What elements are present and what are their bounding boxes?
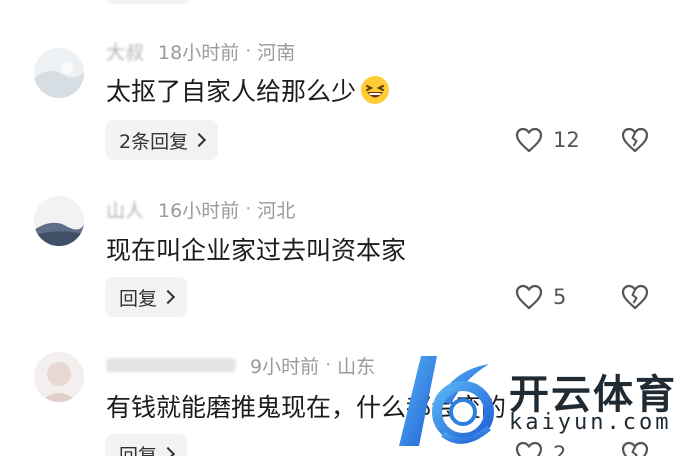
dislike-button[interactable] <box>620 282 650 312</box>
like-count: 12 <box>553 128 580 152</box>
heart-icon <box>515 127 543 153</box>
chevron-right-icon <box>192 132 207 148</box>
watermark-logo-icon <box>399 356 494 446</box>
comment-meta: 9小时前 · 山东 <box>106 353 376 378</box>
like-button[interactable]: 5 <box>515 280 566 314</box>
dislike-button[interactable] <box>620 125 650 155</box>
reply-label: 回复 <box>119 444 158 456</box>
reply-button[interactable]: 2条回复 <box>105 120 219 160</box>
reply-button[interactable]: 回复 <box>105 434 188 456</box>
location: 河南 <box>257 41 296 64</box>
watermark-subtitle: kaiyun.com <box>509 410 672 435</box>
location: 山东 <box>337 355 376 378</box>
reply-label: 回复 <box>119 287 158 310</box>
comment-meta: 山人 16小时前 · 河北 <box>106 196 296 223</box>
timestamp: 9小时前 <box>250 355 320 378</box>
location: 河北 <box>257 199 296 222</box>
comment-text: 太抠了自家人给那么少 <box>106 72 390 108</box>
separator: · <box>245 198 252 220</box>
watermark: 开云体育 kaiyun.com <box>393 350 680 456</box>
timestamp: 18小时前 <box>158 41 240 64</box>
comment-list: 大叔 18小时前 · 河南 太抠了自家人给那么少 2条回复 12 山人 16小时… <box>0 0 680 456</box>
separator: · <box>245 40 252 62</box>
avatar[interactable] <box>34 48 84 98</box>
previous-reply-button[interactable] <box>106 0 190 4</box>
laughing-emoji-icon <box>360 75 390 105</box>
chevron-right-icon <box>160 446 176 456</box>
avatar[interactable] <box>34 196 84 246</box>
timestamp: 16小时前 <box>158 199 240 222</box>
reply-label: 2条回复 <box>119 130 189 153</box>
chevron-right-icon <box>160 289 176 305</box>
separator: · <box>325 354 332 376</box>
heart-icon <box>515 284 543 310</box>
comment-text-content: 太抠了自家人给那么少 <box>106 77 357 106</box>
username[interactable] <box>106 358 236 372</box>
comment-text-content: 现在叫企业家过去叫资本家 <box>106 236 407 265</box>
avatar[interactable] <box>34 352 84 402</box>
comment-meta: 大叔 18小时前 · 河南 <box>106 38 296 65</box>
username[interactable]: 山人 <box>106 196 144 223</box>
like-count: 5 <box>553 285 567 309</box>
comment-text: 现在叫企业家过去叫资本家 <box>106 231 406 267</box>
like-button[interactable]: 12 <box>515 123 580 157</box>
reply-button[interactable]: 回复 <box>105 277 188 317</box>
username[interactable]: 大叔 <box>106 38 144 65</box>
broken-heart-icon <box>621 127 649 153</box>
broken-heart-icon <box>621 284 649 310</box>
